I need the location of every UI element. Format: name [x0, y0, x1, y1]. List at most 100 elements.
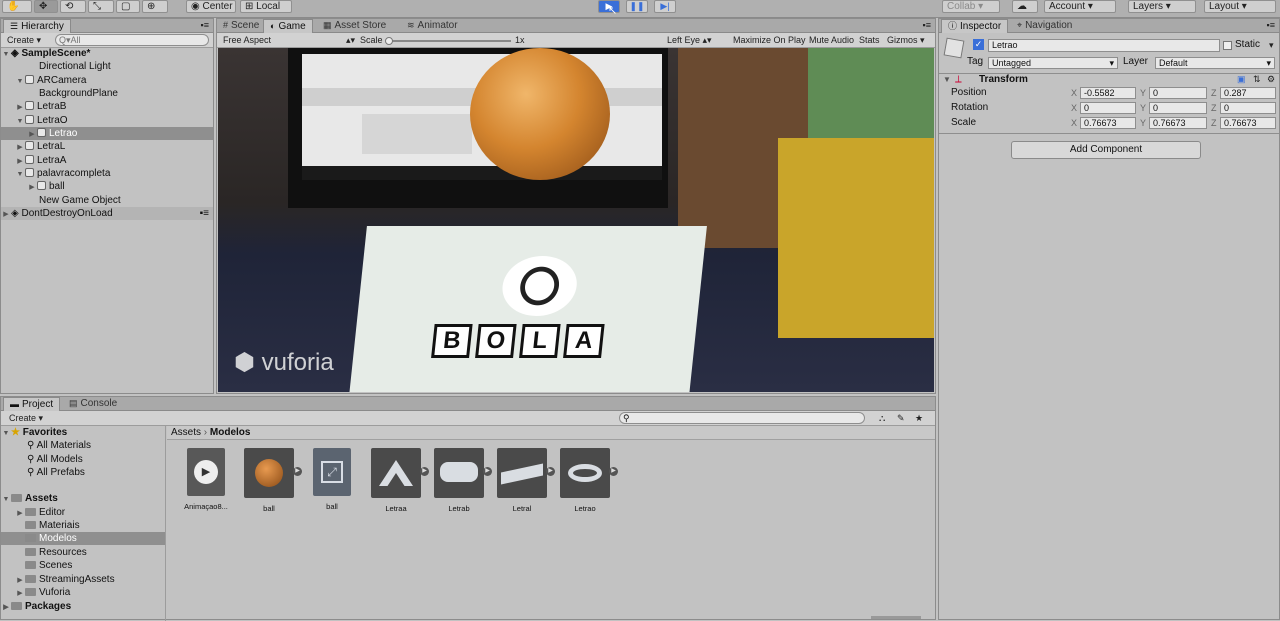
layout-dropdown[interactable]: Layout ▾ [1204, 0, 1276, 13]
project-search-input[interactable]: ⚲ [619, 412, 865, 424]
active-checkbox[interactable]: ✓ [973, 39, 984, 50]
transform-tool-button[interactable]: ⊕ [142, 0, 168, 13]
folder-item[interactable]: Resources [1, 546, 165, 559]
asset-tile[interactable]: ▶ Animaçao8... [178, 448, 234, 511]
expand-chevron-icon[interactable]: ▶ [546, 467, 555, 476]
expand-chevron-icon[interactable]: ▶ [293, 467, 302, 476]
favorite-item[interactable]: ⚲ All Prefabs [1, 466, 165, 479]
account-dropdown[interactable]: Account ▾ [1044, 0, 1116, 13]
position-z-input[interactable]: 0.287 [1220, 87, 1276, 99]
add-component-button[interactable]: Add Component [1011, 141, 1201, 159]
icon-size-slider[interactable] [871, 616, 921, 619]
folder-item-selected[interactable]: Modelos [1, 532, 165, 545]
folder-item[interactable]: ▶ Editor [1, 506, 165, 519]
hierarchy-item[interactable]: New Game Object [1, 194, 213, 207]
asset-tile[interactable]: ▶ Letraa [368, 448, 429, 513]
settings-gear-icon[interactable]: ⚙ [1267, 73, 1275, 86]
filter-type-icon[interactable]: ⛬ [879, 412, 885, 425]
help-icon[interactable]: ▣ [1237, 73, 1246, 86]
tab-asset-store[interactable]: ▦ Asset Store [317, 19, 392, 33]
eye-dropdown[interactable]: Left Eye ▴▾ [667, 34, 712, 47]
assets-root[interactable]: ▼ Assets [1, 492, 165, 505]
hierarchy-item[interactable]: Directional Light [1, 60, 213, 73]
presets-icon[interactable]: ⇅ [1253, 73, 1261, 86]
rect-tool-button[interactable]: ▢ [116, 0, 140, 13]
scale-tool-button[interactable]: ⤡ [88, 0, 114, 13]
expand-chevron-icon[interactable]: ▶ [420, 467, 429, 476]
pivot-center-button[interactable]: ◉ Center [186, 0, 236, 13]
asset-tile[interactable]: ⤢ ball [304, 448, 360, 511]
rotate-tool-button[interactable]: ⟲ [60, 0, 86, 13]
tab-navigation[interactable]: ⌖ Navigation [1011, 19, 1078, 33]
hand-tool-button[interactable]: ✋ [2, 0, 32, 13]
maximize-on-play-toggle[interactable]: Maximize On Play [733, 34, 806, 47]
mute-audio-toggle[interactable]: Mute Audio [809, 34, 854, 47]
scene-root[interactable]: ▼ ◈ SampleScene* [1, 47, 213, 60]
hierarchy-item[interactable]: ▶ LetraB [1, 100, 213, 113]
rotation-z-input[interactable]: 0 [1220, 102, 1276, 114]
scale-x-input[interactable]: 0.76673 [1080, 117, 1136, 129]
rotation-y-input[interactable]: 0 [1149, 102, 1207, 114]
collab-button[interactable]: Collab ▾ [942, 0, 1000, 13]
filter-label-icon[interactable]: ✎ [897, 412, 905, 425]
create-dropdown[interactable]: Create ▾ [7, 34, 41, 47]
favorite-item[interactable]: ⚲ All Materials [1, 439, 165, 452]
hierarchy-item[interactable]: ▶ LetraA [1, 154, 213, 167]
hierarchy-item[interactable]: ▼ palavracompleta [1, 167, 213, 180]
hierarchy-item[interactable]: BackgroundPlane [1, 87, 213, 100]
cloud-button[interactable]: ☁ [1012, 0, 1038, 13]
tab-scene[interactable]: # Scene [217, 19, 265, 33]
tag-dropdown[interactable]: Untagged ▾ [988, 57, 1118, 69]
scale-slider[interactable] [387, 40, 511, 42]
hierarchy-item-selected[interactable]: ▶ Letrao [1, 127, 213, 140]
static-checkbox[interactable] [1223, 41, 1232, 50]
asset-tile[interactable]: ▶ Letrab [431, 448, 492, 513]
step-button[interactable]: ▶| [654, 0, 676, 13]
breadcrumb-root[interactable]: Assets [171, 427, 201, 438]
game-render-viewport[interactable]: B O L A ⬢ vuforia [218, 48, 934, 392]
pause-button[interactable]: ❚❚ [626, 0, 648, 13]
hierarchy-item[interactable]: ▶ LetraL [1, 140, 213, 153]
panel-menu-icon[interactable]: ▪≡ [201, 19, 209, 32]
scale-slider-handle[interactable] [385, 37, 393, 45]
favorite-star-icon[interactable]: ★ [915, 412, 923, 425]
expand-chevron-icon[interactable]: ▶ [483, 467, 492, 476]
hierarchy-item[interactable]: ▼ ARCamera [1, 74, 213, 87]
object-name-input[interactable]: Letrao [988, 39, 1220, 52]
tab-inspector[interactable]: ⓘ Inspector [941, 19, 1009, 33]
scene-root[interactable]: ▶ ◈ DontDestroyOnLoad ▪≡ [1, 207, 213, 220]
hierarchy-item[interactable]: ▼ LetraO [1, 114, 213, 127]
gizmos-dropdown[interactable]: Gizmos ▾ [887, 34, 925, 47]
folder-item[interactable]: ▶ Vuforia [1, 586, 165, 599]
scale-y-input[interactable]: 0.76673 [1149, 117, 1207, 129]
expand-chevron-icon[interactable]: ▶ [609, 467, 618, 476]
position-x-input[interactable]: -0.5582 [1080, 87, 1136, 99]
asset-tile[interactable]: ▶ Letrao [557, 448, 618, 513]
folder-item[interactable]: ▶ StreamingAssets [1, 573, 165, 586]
tab-hierarchy[interactable]: ☰ Hierarchy [3, 19, 71, 33]
breadcrumb-current[interactable]: Modelos [210, 427, 251, 438]
packages-root[interactable]: ▶ Packages [1, 600, 165, 613]
pivot-local-button[interactable]: ⊞ Local [240, 0, 292, 13]
move-tool-button[interactable]: ✥ [34, 0, 58, 13]
scene-menu-icon[interactable]: ▪≡ [200, 207, 209, 220]
rotation-x-input[interactable]: 0 [1080, 102, 1136, 114]
tab-animator[interactable]: ≋ Animator [401, 19, 464, 33]
panel-menu-icon[interactable]: ▪≡ [923, 19, 931, 32]
folder-item[interactable]: Scenes [1, 559, 165, 572]
tab-game[interactable]: ◐ Game [263, 19, 313, 33]
hierarchy-item[interactable]: ▶ ball [1, 180, 213, 193]
tab-project[interactable]: ▬ Project [3, 397, 61, 411]
layers-dropdown[interactable]: Layers ▾ [1128, 0, 1196, 13]
favorites-root[interactable]: ▼ ★ Favorites [1, 426, 165, 439]
asset-tile[interactable]: ▶ ball [241, 448, 302, 513]
aspect-dropdown[interactable]: Free Aspect ▴▾ [223, 34, 355, 47]
hierarchy-search-input[interactable]: Q▾All [55, 34, 209, 46]
folder-item[interactable]: Materiais [1, 519, 165, 532]
asset-tile[interactable]: ▶ Letral [494, 448, 555, 513]
tab-console[interactable]: ▤ Console [63, 397, 123, 411]
scale-z-input[interactable]: 0.76673 [1220, 117, 1276, 129]
create-dropdown[interactable]: Create ▾ [9, 412, 43, 425]
favorite-item[interactable]: ⚲ All Models [1, 453, 165, 466]
stats-toggle[interactable]: Stats [859, 34, 880, 47]
